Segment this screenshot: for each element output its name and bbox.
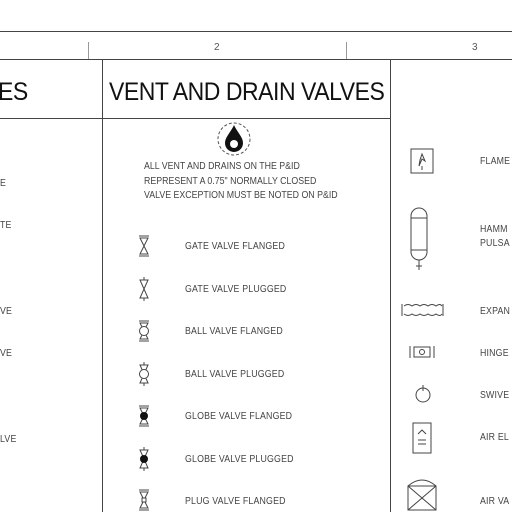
left-section-title: ES <box>0 78 28 106</box>
left-label-5: LVE <box>0 434 17 445</box>
valve-label-1: GATE VALVE FLANGED <box>185 241 286 252</box>
zone-row-divider <box>0 59 512 60</box>
vent-drain-note: ALL VENT AND DRAINS ON THE P&ID REPRESEN… <box>144 160 338 204</box>
valve-label-2: GATE VALVE PLUGGED <box>185 284 287 295</box>
note-line-1: ALL VENT AND DRAINS ON THE P&ID <box>144 161 300 172</box>
ball-valve-flanged-icon <box>139 320 149 342</box>
flame-arrestor-icon <box>410 148 434 174</box>
left-label-1: E <box>0 178 7 189</box>
gate-valve-plugged-icon <box>139 277 149 301</box>
globe-valve-plugged-icon <box>139 447 149 471</box>
header-underline <box>0 118 391 119</box>
zone-tick-1 <box>88 42 89 59</box>
right-label-3: PULSA <box>480 238 510 249</box>
right-label-2: HAMM <box>480 224 508 235</box>
column-divider-left <box>102 59 103 512</box>
hinge-joint-icon <box>409 346 435 358</box>
zone-tick-2 <box>346 42 347 59</box>
hammer-arrestor-icon <box>410 207 428 270</box>
globe-valve-flanged-icon <box>139 405 149 427</box>
vent-drain-symbol-icon <box>217 122 251 156</box>
ball-valve-plugged-icon <box>139 362 149 386</box>
valve-label-4: BALL VALVE PLUGGED <box>185 369 285 380</box>
air-eliminator-icon <box>412 422 432 454</box>
plug-valve-flanged-icon <box>139 489 149 511</box>
left-label-2: TE <box>0 220 12 231</box>
zone-label-3: 3 <box>472 42 478 53</box>
left-label-4: VE <box>0 348 13 359</box>
valve-label-6: GLOBE VALVE PLUGGED <box>185 454 294 465</box>
zone-label-2: 2 <box>214 42 220 53</box>
column-divider-right <box>390 59 391 512</box>
note-line-2: REPRESENT A 0.75" NORMALLY CLOSED <box>144 175 317 187</box>
gate-valve-flanged-icon <box>139 235 149 257</box>
right-label-1: FLAME <box>480 156 511 167</box>
right-label-8: AIR VA <box>480 496 510 507</box>
right-label-5: HINGE <box>480 348 509 359</box>
right-label-4: EXPAN <box>480 306 511 317</box>
valve-label-7: PLUG VALVE FLANGED <box>185 496 286 507</box>
right-label-7: AIR EL <box>480 432 509 443</box>
air-valve-icon <box>407 479 437 511</box>
left-label-3: VE <box>0 306 13 317</box>
expansion-joint-icon <box>401 304 444 316</box>
valve-label-3: BALL VALVE FLANGED <box>185 326 283 337</box>
note-line-3: VALVE EXCEPTION MUST BE NOTED ON P&ID <box>144 190 338 201</box>
vent-drain-title: VENT AND DRAIN VALVES <box>109 78 385 106</box>
top-border <box>0 31 512 32</box>
right-label-6: SWIVE <box>480 390 510 401</box>
swivel-joint-icon <box>415 385 431 403</box>
valve-label-5: GLOBE VALVE FLANGED <box>185 411 293 422</box>
